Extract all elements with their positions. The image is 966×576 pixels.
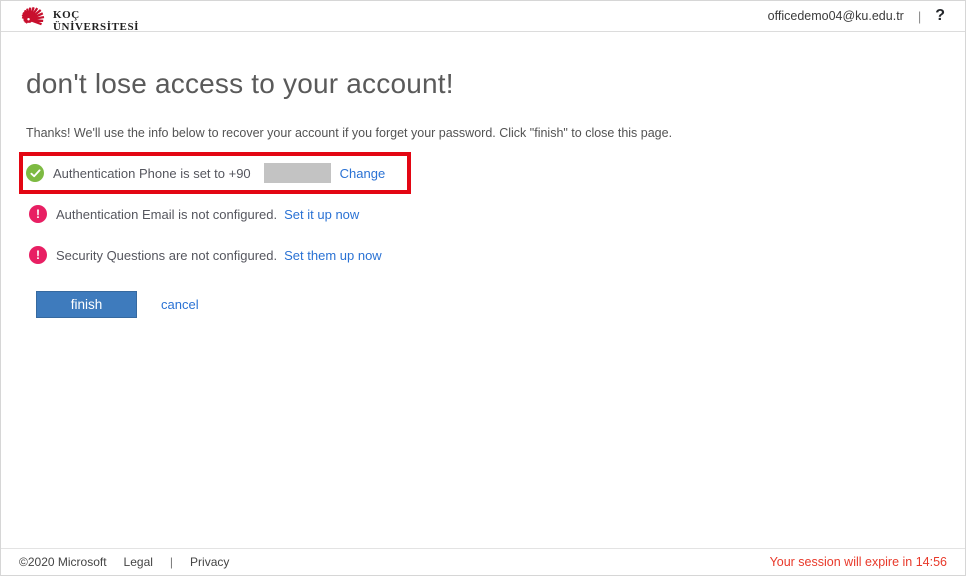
status-row-email: ! Authentication Email is not configured… bbox=[26, 205, 940, 223]
setup-email-link[interactable]: Set it up now bbox=[284, 207, 359, 222]
status-row-phone: Authentication Phone is set to +90 Chang… bbox=[26, 163, 385, 183]
copyright-text: ©2020 Microsoft bbox=[19, 555, 107, 569]
status-row-questions: ! Security Questions are not configured.… bbox=[26, 246, 940, 264]
cancel-link[interactable]: cancel bbox=[161, 297, 199, 312]
logo-wordmark: KOÇ ÜNİVERSİTESİ bbox=[53, 10, 139, 34]
email-status-text: Authentication Email is not configured. bbox=[56, 207, 277, 222]
legal-link[interactable]: Legal bbox=[124, 555, 153, 569]
check-circle-icon bbox=[26, 164, 44, 182]
intro-text: Thanks! We'll use the info below to reco… bbox=[26, 126, 940, 140]
footer-bar: ©2020 Microsoft Legal | Privacy Your ses… bbox=[1, 548, 965, 575]
page-title: don't lose access to your account! bbox=[26, 68, 940, 100]
koc-university-logo: KOÇ ÜNİVERSİTESİ bbox=[17, 0, 139, 35]
change-phone-link[interactable]: Change bbox=[340, 166, 386, 181]
header-right: officedemo04@ku.edu.tr | ? bbox=[768, 8, 945, 24]
privacy-link[interactable]: Privacy bbox=[190, 555, 229, 569]
red-annotation-box: Authentication Phone is set to +90 Chang… bbox=[19, 152, 411, 194]
phone-status-text: Authentication Phone is set to +90 bbox=[53, 166, 251, 181]
redacted-phone-value bbox=[264, 163, 331, 183]
exclamation-circle-icon: ! bbox=[29, 205, 47, 223]
header-separator: | bbox=[918, 9, 921, 24]
session-expiry-notice: Your session will expire in 14:56 bbox=[770, 555, 947, 569]
account-recovery-page: KOÇ ÜNİVERSİTESİ officedemo04@ku.edu.tr … bbox=[0, 0, 966, 576]
setup-questions-link[interactable]: Set them up now bbox=[284, 248, 382, 263]
action-buttons: finish cancel bbox=[36, 291, 940, 318]
finish-button[interactable]: finish bbox=[36, 291, 137, 318]
main-content: don't lose access to your account! Thank… bbox=[1, 68, 965, 318]
help-icon[interactable]: ? bbox=[935, 8, 945, 24]
header-bar: KOÇ ÜNİVERSİTESİ officedemo04@ku.edu.tr … bbox=[1, 1, 965, 32]
questions-status-text: Security Questions are not configured. bbox=[56, 248, 277, 263]
footer-left: ©2020 Microsoft Legal | Privacy bbox=[19, 555, 229, 569]
logo-line-2: ÜNİVERSİTESİ bbox=[53, 21, 139, 33]
logo-line-1: KOÇ bbox=[53, 9, 80, 21]
exclamation-circle-icon: ! bbox=[29, 246, 47, 264]
footer-separator: | bbox=[170, 555, 173, 569]
user-email: officedemo04@ku.edu.tr bbox=[768, 9, 904, 23]
koc-fan-logo-icon bbox=[17, 0, 47, 35]
